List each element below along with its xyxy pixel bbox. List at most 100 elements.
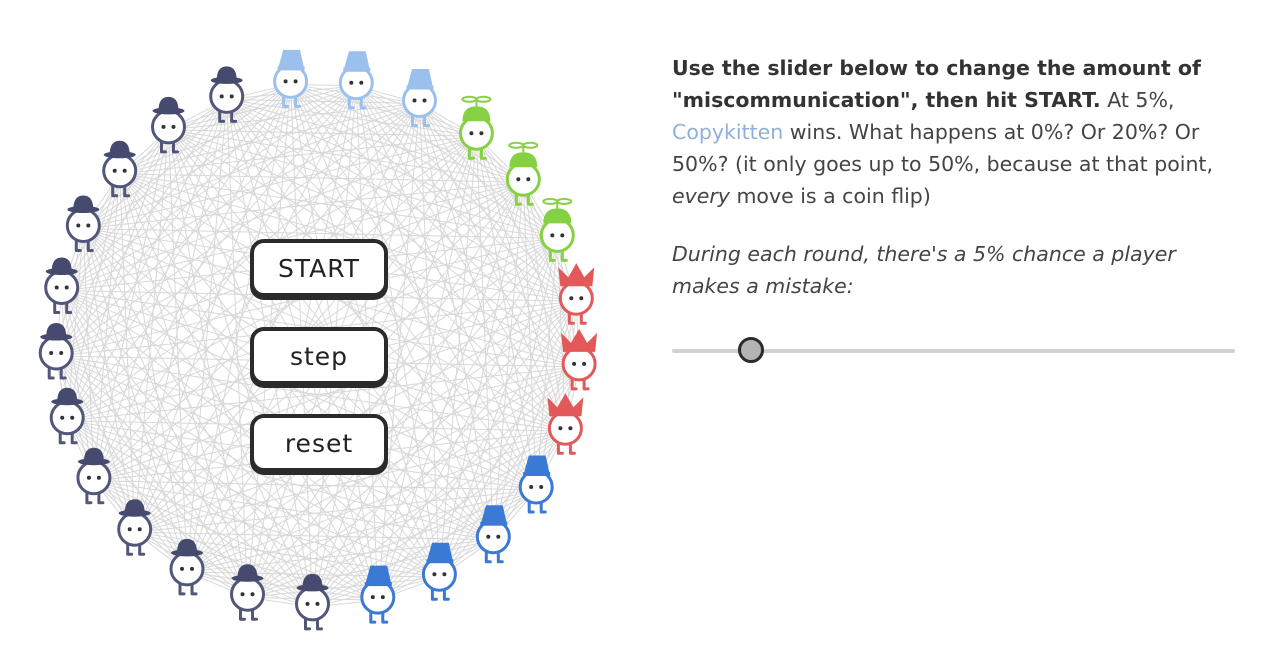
player-head: [38, 335, 74, 371]
player-eye: [283, 79, 288, 84]
player-eye: [582, 361, 587, 366]
bucket-hat-icon: [343, 51, 371, 72]
player-eye: [240, 592, 245, 597]
connection-line: [186, 571, 378, 601]
step-button[interactable]: step: [250, 327, 388, 385]
start-button[interactable]: START: [250, 239, 388, 297]
player-head: [458, 115, 494, 151]
player-eye: [137, 527, 142, 532]
bowler-hat-icon: [210, 66, 243, 84]
player-eye: [558, 426, 563, 431]
bowler-hat-icon: [103, 140, 136, 159]
connection-line: [134, 99, 228, 533]
player-eye: [516, 177, 521, 182]
bowler-hat-icon: [45, 257, 78, 275]
player-eye: [305, 601, 310, 606]
player-eye: [315, 601, 320, 606]
player-eye: [442, 572, 447, 577]
instructions-at: At 5%,: [1100, 88, 1175, 112]
player-eye: [529, 485, 534, 489]
player-eye: [76, 223, 81, 228]
player-eye: [219, 94, 224, 99]
player-head: [539, 217, 575, 253]
player-eye: [539, 485, 544, 489]
player-head: [44, 270, 80, 305]
player-eye: [293, 79, 298, 84]
player-eye: [180, 566, 184, 571]
connection-line: [439, 430, 566, 578]
player-eye: [560, 233, 565, 238]
player-head: [117, 511, 153, 547]
player-eye: [127, 527, 132, 532]
player-eye: [572, 361, 577, 366]
player-eye: [60, 415, 65, 420]
player-head: [547, 410, 583, 446]
player-eye: [496, 534, 501, 539]
player-eye: [96, 475, 101, 480]
player-eye: [469, 131, 474, 136]
connection-line: [93, 480, 248, 598]
player-eye: [190, 566, 194, 571]
player-head: [76, 460, 112, 496]
player-eye: [526, 177, 531, 182]
player-eye: [112, 168, 117, 173]
player-eye: [64, 285, 69, 290]
player-eye: [370, 595, 375, 600]
player-head: [558, 280, 594, 316]
connection-line: [168, 85, 357, 131]
slider-label: During each round, there's a 5% chance a…: [672, 242, 1176, 298]
player-eye: [59, 351, 64, 355]
player-head: [169, 551, 205, 587]
player-head: [151, 109, 186, 145]
player-eye: [550, 233, 555, 238]
player-head: [505, 161, 541, 197]
player-eye: [161, 124, 166, 129]
player-eye: [432, 572, 437, 577]
player-head: [230, 576, 265, 612]
propeller-cap-icon: [461, 95, 492, 122]
tournament-simulation: START step reset: [0, 0, 660, 659]
slider-knob[interactable]: [737, 337, 764, 363]
player-eye: [359, 80, 364, 85]
player-eye: [250, 592, 255, 597]
copykitten-name: Copykitten: [672, 120, 784, 144]
bowler-hat-icon: [152, 96, 185, 115]
instructions-panel: Use the slider below to change the amoun…: [672, 52, 1247, 302]
player-eye: [49, 351, 54, 355]
instructions-tail: move is a coin flip): [729, 184, 931, 208]
player-eye: [86, 475, 91, 480]
reset-button[interactable]: reset: [250, 414, 388, 472]
player-eye: [579, 296, 584, 301]
connection-line: [167, 129, 188, 572]
player-eye: [349, 80, 354, 85]
bucket-hat-icon: [277, 49, 305, 71]
player-head: [295, 586, 330, 622]
instructions-emphasis: every: [672, 184, 730, 208]
player-eye: [568, 426, 573, 431]
connection-line: [134, 531, 494, 541]
player-eye: [380, 595, 385, 600]
player-eye: [486, 534, 491, 539]
player-head: [102, 153, 138, 189]
instructions-text: Use the slider below to change the amoun…: [672, 52, 1247, 212]
player-eye: [86, 223, 91, 228]
player-eye: [70, 415, 75, 420]
player-eye: [122, 168, 127, 173]
jester-hat-icon: [558, 263, 595, 287]
player-eye: [569, 296, 574, 301]
player-eye: [171, 124, 176, 129]
player-head: [49, 400, 85, 436]
player-eye: [229, 94, 234, 99]
connection-line: [119, 173, 136, 533]
connection-line: [168, 129, 558, 239]
player-eye: [422, 98, 427, 103]
player-eye: [412, 98, 417, 103]
jester-hat-icon: [561, 328, 598, 352]
connection-line: [61, 290, 248, 598]
player-head: [209, 78, 245, 114]
mistake-slider[interactable]: [672, 336, 1235, 368]
player-head: [561, 346, 597, 382]
propeller-cap-icon: [542, 197, 573, 224]
propeller-cap-icon: [508, 141, 539, 168]
bucket-hat-icon: [406, 69, 434, 90]
